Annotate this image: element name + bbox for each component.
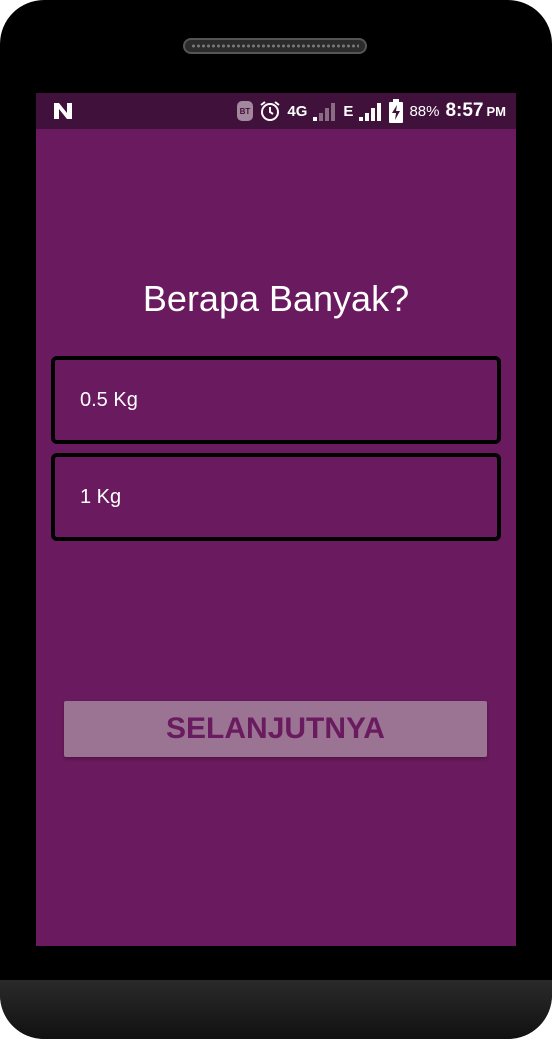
alarm-clock-icon [260, 101, 281, 121]
phone-chin [0, 980, 552, 1039]
edge-network-label: E [343, 102, 354, 120]
bluetooth-icon: BT [237, 101, 254, 121]
signal-full-icon [359, 103, 382, 121]
status-icons: BT 4G E 88% 8:57 PM [237, 93, 506, 129]
option-label: 1 Kg [80, 486, 122, 508]
phone-frame: BT 4G E 88% 8:57 PM Berapa Banyak? 0.5 K… [0, 0, 552, 1039]
page-title: Berapa Banyak? [142, 278, 410, 319]
next-button[interactable]: SELANJUTNYA [64, 701, 487, 757]
speaker-grille [183, 38, 367, 54]
clock-time: 8:57 [445, 100, 484, 121]
option-label: 0.5 Kg [80, 389, 138, 411]
option-one-kg[interactable]: 1 Kg [51, 453, 501, 541]
network-type-label: 4G [287, 102, 308, 120]
n-notification-icon [54, 103, 72, 119]
svg-text:BT: BT [240, 107, 251, 116]
app-screen: BT 4G E 88% 8:57 PM Berapa Banyak? 0.5 K… [36, 93, 516, 946]
battery-charging-icon [389, 99, 404, 123]
option-half-kg[interactable]: 0.5 Kg [51, 356, 501, 444]
clock-ampm: PM [486, 103, 507, 119]
battery-percent: 88% [409, 102, 440, 120]
signal-weak-icon [313, 103, 336, 121]
status-bar: BT 4G E 88% 8:57 PM [36, 93, 516, 129]
